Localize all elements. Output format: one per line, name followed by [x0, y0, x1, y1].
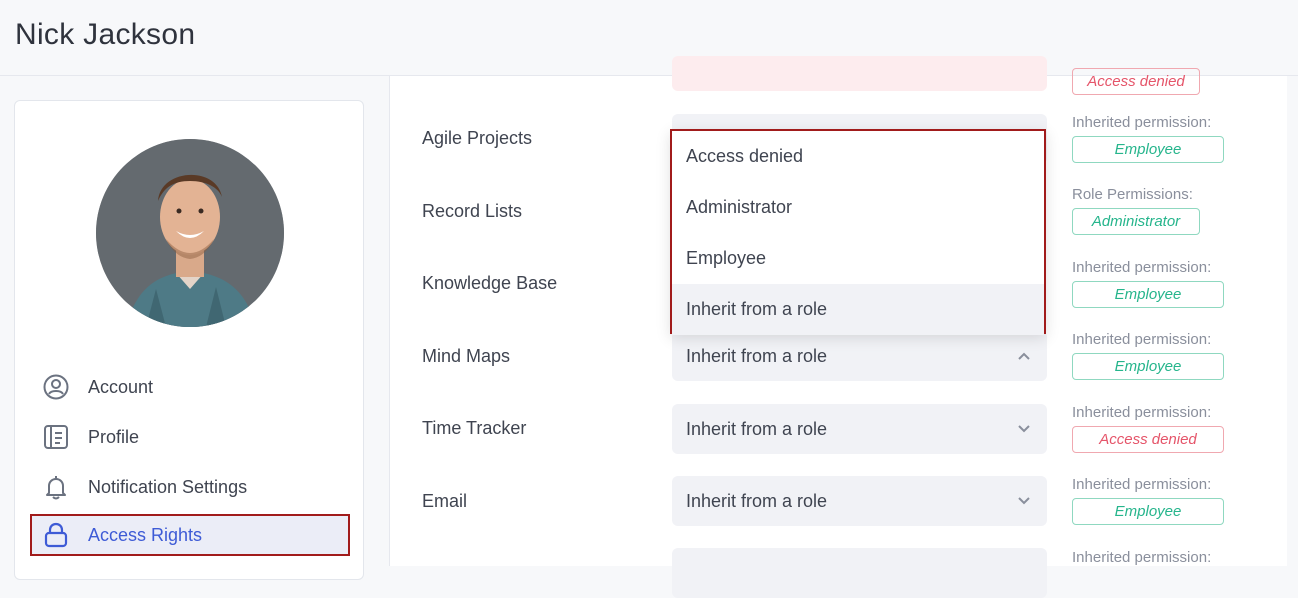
permission-title: Inherited permission:	[1072, 549, 1212, 566]
module-label-email: Email	[422, 491, 468, 511]
chevron-down-icon	[1017, 422, 1031, 436]
bell-icon	[42, 473, 70, 501]
sidebar-item-profile[interactable]: Profile	[30, 416, 350, 458]
select-value: Inherit from a role	[686, 490, 828, 511]
user-sidebar: Account Profile Notification Settings Ac…	[14, 100, 364, 580]
sidebar-item-access-rights[interactable]: Access Rights	[30, 514, 350, 556]
module-label-record-lists: Record Lists	[422, 201, 523, 221]
module-label-time-tracker: Time Tracker	[422, 418, 527, 438]
sidebar-item-label: Account	[88, 376, 154, 397]
sidebar-item-notification-settings[interactable]: Notification Settings	[30, 466, 350, 508]
select-value: Inherit from a role	[686, 418, 828, 439]
permission-select-email[interactable]: Inherit from a role	[672, 476, 1047, 526]
account-circle-icon	[42, 373, 70, 401]
select-value: Inherit from a role	[686, 345, 828, 366]
page-title: Nick Jackson	[15, 18, 196, 51]
lock-icon	[42, 521, 70, 549]
profile-card-icon	[42, 423, 70, 451]
chevron-down-icon	[1017, 494, 1031, 508]
avatar	[96, 139, 284, 327]
module-label-knowledge-base: Knowledge Base	[422, 273, 558, 293]
permission-select-next[interactable]	[672, 548, 1047, 598]
permission-badge: Employee	[1072, 353, 1224, 380]
dropdown-option-access-denied[interactable]: Access denied	[672, 131, 1044, 182]
permission-badge: Employee	[1072, 281, 1224, 308]
permission-select-previous[interactable]	[672, 56, 1047, 91]
permission-title: Role Permissions:	[1072, 186, 1193, 203]
permission-select-mind-maps[interactable]: Inherit from a role	[672, 331, 1047, 381]
page-header: Nick Jackson	[0, 0, 1298, 76]
sidebar-item-account[interactable]: Account	[30, 366, 350, 408]
dropdown-option-inherit-from-a-role[interactable]: Inherit from a role	[672, 284, 1044, 335]
permission-badge: Employee	[1072, 498, 1224, 525]
module-label-mind-maps: Mind Maps	[422, 346, 511, 366]
permission-title: Inherited permission:	[1072, 331, 1212, 348]
permission-dropdown-menu: Access denied Administrator Employee Inh…	[670, 129, 1046, 335]
permission-title: Inherited permission:	[1072, 404, 1212, 421]
permission-badge: Administrator	[1072, 208, 1200, 235]
sidebar-item-label: Profile	[88, 426, 140, 447]
chevron-up-icon	[1017, 349, 1031, 363]
permission-badge: Employee	[1072, 136, 1224, 163]
dropdown-option-employee[interactable]: Employee	[672, 233, 1044, 284]
permission-select-time-tracker[interactable]: Inherit from a role	[672, 404, 1047, 454]
dropdown-option-administrator[interactable]: Administrator	[672, 182, 1044, 233]
permission-badge: Access denied	[1072, 426, 1224, 453]
sidebar-item-label: Notification Settings	[88, 476, 248, 497]
permission-title: Inherited permission:	[1072, 114, 1212, 131]
avatar-photo	[96, 139, 284, 327]
permission-title: Inherited permission:	[1072, 476, 1212, 493]
permission-title: Inherited permission:	[1072, 259, 1212, 276]
module-label-agile-projects: Agile Projects	[422, 128, 533, 148]
permission-badge: Access denied	[1072, 68, 1200, 95]
sidebar-item-label: Access Rights	[88, 524, 203, 545]
